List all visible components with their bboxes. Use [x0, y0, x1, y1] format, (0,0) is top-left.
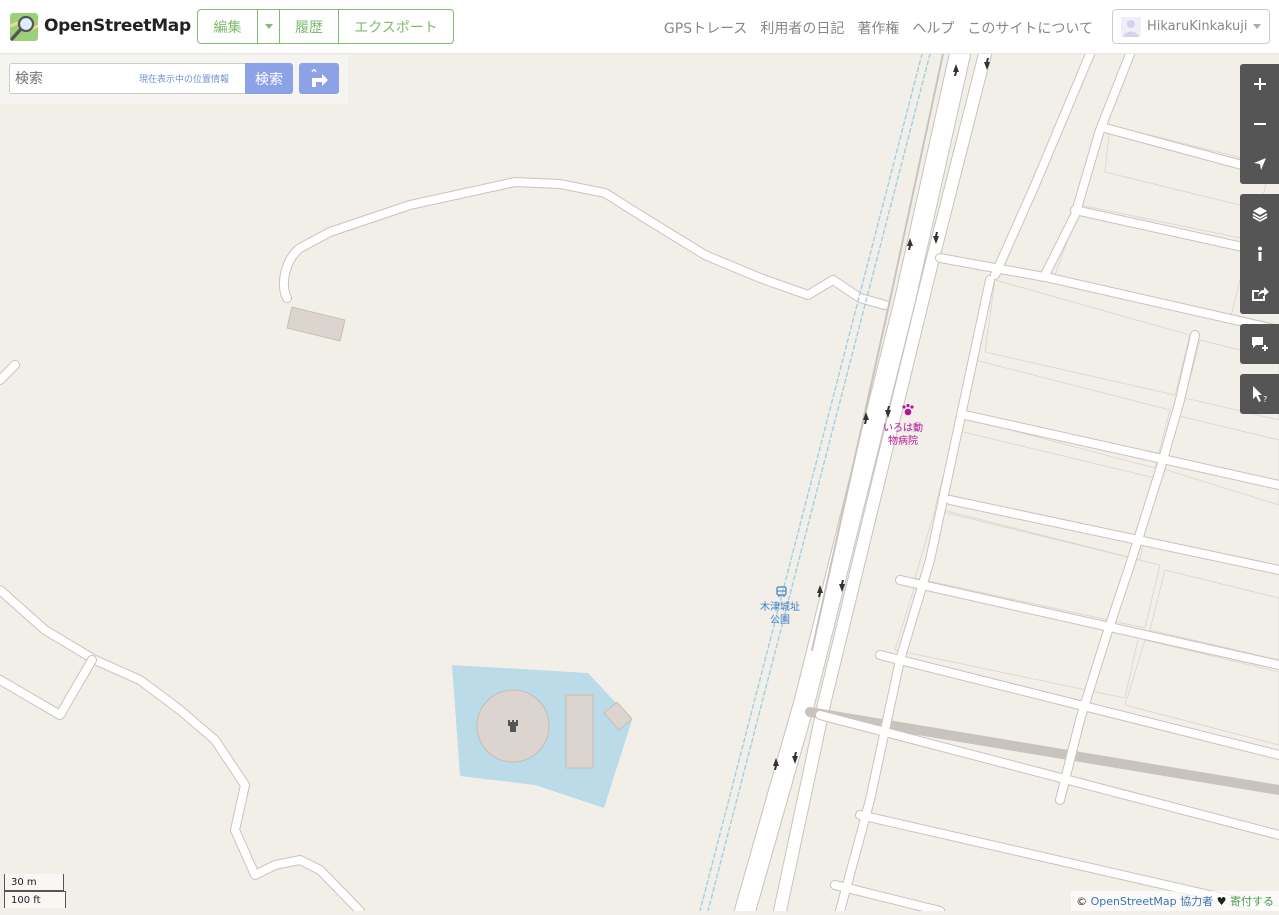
directions-button[interactable] — [299, 63, 339, 94]
location-arrow-icon — [1253, 157, 1267, 171]
osm-logo[interactable] — [9, 12, 39, 42]
scale-metric: 30 m — [4, 874, 64, 891]
locate-button[interactable] — [1240, 144, 1279, 184]
nav-copyright[interactable]: 著作権 — [857, 18, 899, 38]
add-note-icon — [1251, 336, 1269, 352]
caret-down-icon — [265, 24, 273, 29]
bus-stop-label: 木津城址 公園 — [760, 601, 800, 627]
layers-button[interactable] — [1240, 194, 1279, 234]
info-icon — [1256, 246, 1264, 262]
edit-button[interactable]: 編集 — [198, 10, 258, 43]
zoom-out-button[interactable] — [1240, 104, 1279, 144]
map-tiles — [0, 0, 1279, 911]
veterinary-icon — [901, 403, 915, 417]
svg-text:?: ? — [1263, 395, 1267, 403]
nav-user-diaries[interactable]: 利用者の日記 — [760, 18, 844, 38]
note-tool — [1240, 324, 1279, 364]
heart-icon: ♥ — [1217, 895, 1227, 908]
add-note-button[interactable] — [1240, 324, 1279, 364]
map-tools — [1240, 194, 1279, 314]
bus-stop-icon — [776, 586, 787, 598]
scale-imperial: 100 ft — [4, 891, 66, 908]
contributors-link[interactable]: 協力者 — [1180, 895, 1213, 908]
directions-icon — [308, 69, 330, 89]
secondary-nav: GPSトレース 利用者の日記 著作権 ヘルプ このサイトについて — [664, 18, 1093, 38]
where-am-i-link[interactable]: 現在表示中の位置情報 — [139, 72, 229, 85]
vet-label: いろは動 物病院 — [883, 422, 923, 448]
search-bar: 現在表示中の位置情報 検索 — [0, 55, 348, 104]
query-features-button[interactable]: ? — [1240, 374, 1279, 414]
header: OpenStreetMap 編集 履歴 エクスポート GPSトレース 利用者の日… — [0, 0, 1279, 54]
layers-icon — [1252, 206, 1268, 222]
search-button[interactable]: 検索 — [245, 63, 293, 94]
edit-dropdown-toggle[interactable] — [258, 10, 280, 43]
export-button[interactable]: エクスポート — [339, 10, 453, 43]
building — [566, 695, 593, 768]
username: HikaruKinkakuji — [1147, 19, 1247, 34]
nav-about[interactable]: このサイトについて — [967, 18, 1093, 38]
nav-gps-traces[interactable]: GPSトレース — [664, 18, 747, 38]
share-button[interactable] — [1240, 274, 1279, 314]
cursor-question-icon: ? — [1251, 385, 1269, 403]
history-button[interactable]: 履歴 — [280, 10, 339, 43]
copyright-symbol: © — [1076, 895, 1087, 908]
osm-link[interactable]: OpenStreetMap — [1091, 895, 1177, 908]
zoom-in-button[interactable] — [1240, 64, 1279, 104]
attribution: © OpenStreetMap 協力者 ♥ 寄付する — [1071, 891, 1279, 911]
caret-down-icon — [1253, 24, 1261, 29]
plus-icon — [1253, 77, 1267, 91]
donate-link[interactable]: 寄付する — [1230, 895, 1274, 908]
nav-help[interactable]: ヘルプ — [912, 18, 954, 38]
zoom-controls — [1240, 64, 1279, 184]
avatar-icon — [1121, 17, 1141, 37]
edit-button-group: 編集 履歴 エクスポート — [197, 9, 454, 44]
share-icon — [1251, 286, 1269, 302]
query-tool: ? — [1240, 374, 1279, 414]
map-key-button[interactable] — [1240, 234, 1279, 274]
minus-icon — [1253, 117, 1267, 131]
map-canvas[interactable]: いろは動 物病院 木津城址 公園 — [0, 0, 1279, 911]
user-menu[interactable]: HikaruKinkakuji — [1112, 9, 1270, 44]
brand-title[interactable]: OpenStreetMap — [44, 16, 191, 36]
